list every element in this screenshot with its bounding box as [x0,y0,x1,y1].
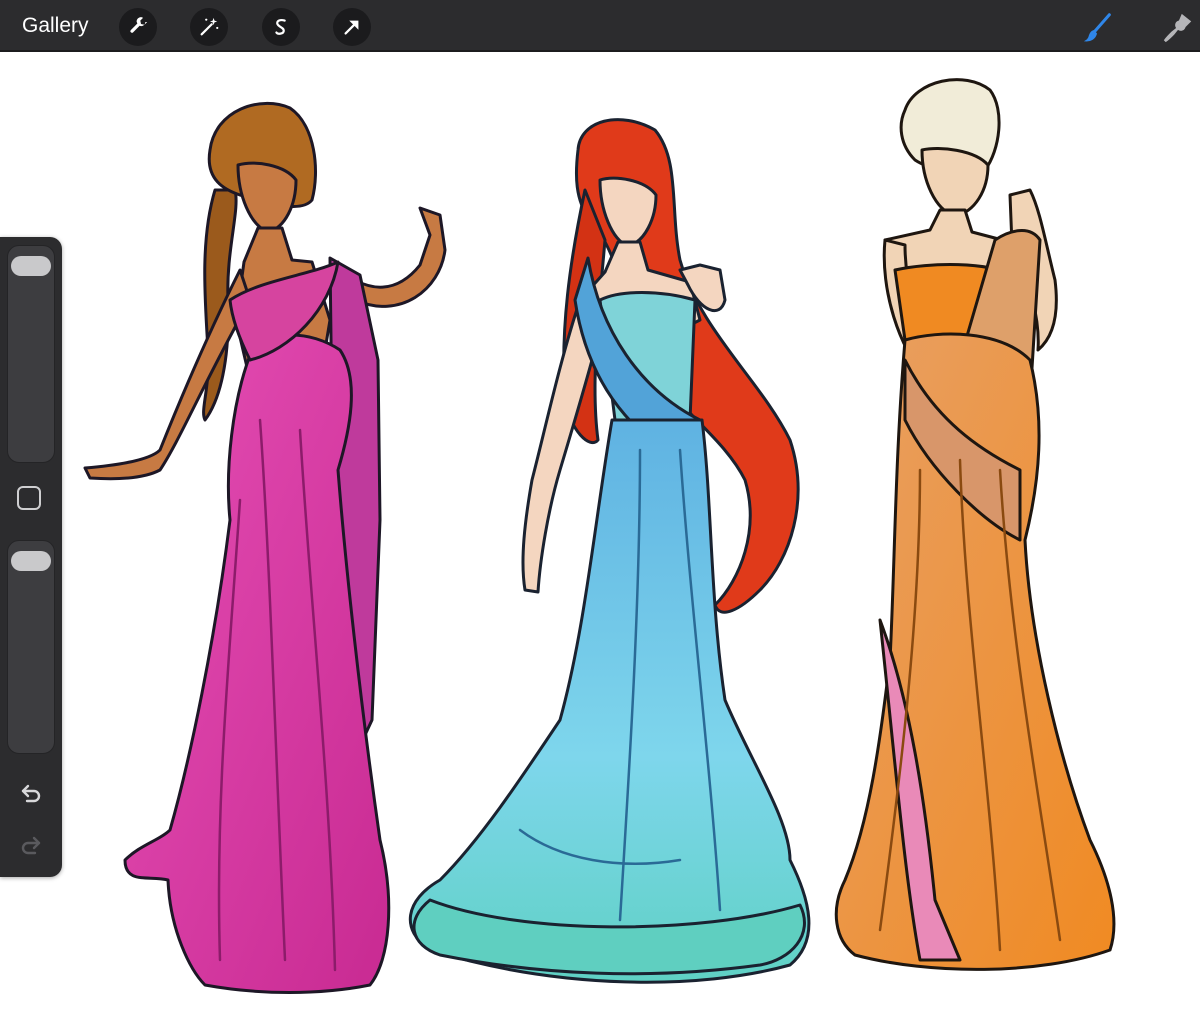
artwork [83,78,1116,994]
wrench-icon[interactable] [119,8,157,46]
top-toolbar: Gallery [0,0,1200,52]
figure-pink-sari [83,102,447,994]
figure-blue-gown [408,118,811,984]
opacity-knob[interactable] [11,551,51,571]
selection-icon[interactable] [262,8,300,46]
brush-icon[interactable] [1080,10,1116,46]
figure-orange-sari [834,78,1116,971]
transform-arrow-icon[interactable] [333,8,371,46]
smudge-icon[interactable] [1160,10,1196,46]
gallery-button[interactable]: Gallery [22,14,89,38]
modify-button[interactable] [17,486,41,510]
redo-icon[interactable] [17,831,45,859]
opacity-slider[interactable] [7,540,55,754]
magic-wand-icon[interactable] [190,8,228,46]
brush-size-knob[interactable] [11,256,51,276]
drawing-canvas[interactable] [0,54,1200,1029]
undo-icon[interactable] [17,779,45,807]
left-sidebar [0,237,62,877]
brush-size-slider[interactable] [7,245,55,463]
